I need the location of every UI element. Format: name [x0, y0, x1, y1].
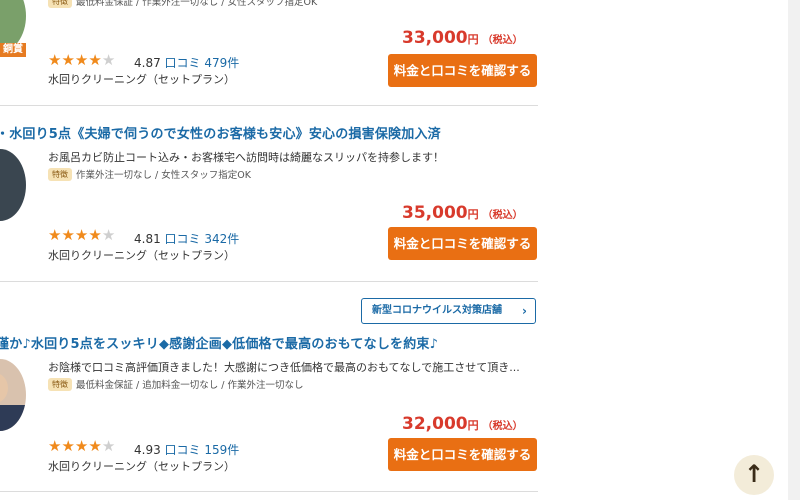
- listing-description: お風呂カビ防止コート込み・お客様宅へ訪問時は綺麗なスリッパを持参します！: [48, 151, 444, 164]
- price-unit: 円: [467, 419, 479, 432]
- star-filled-icon: ★: [74, 51, 89, 69]
- feature-text: 作業外注一切なし / 女性スタッフ指定OK: [76, 170, 251, 181]
- avatar-suit: [0, 405, 26, 431]
- reviews-link[interactable]: 口コミ 342件: [165, 232, 240, 246]
- star-filled-icon: ★: [48, 51, 62, 69]
- rating-row: 4.87 口コミ 479件: [134, 54, 239, 71]
- star-filled-icon: ★: [88, 437, 102, 455]
- tax-label: （税込）: [482, 35, 523, 46]
- check-price-reviews-button[interactable]: 料金と口コミを確認する: [388, 227, 537, 260]
- listing-card[interactable]: ・水回り5点《夫婦で伺うので女性のお客様も安心》安心の損害保険加入済 お風呂カビ…: [0, 105, 538, 282]
- rating-value: 4.87: [134, 56, 161, 70]
- star-empty-icon: ★: [101, 437, 116, 455]
- listing-card[interactable]: 銅賞 ★★★★★ 4.87 口コミ 479件 水回りクリーニング（セットプラン）…: [0, 0, 538, 106]
- star-filled-icon: ★: [61, 226, 75, 244]
- shop-avatar[interactable]: [0, 359, 26, 431]
- covid-measures-badge[interactable]: 新型コロナウイルス対策店舗 ›: [361, 298, 536, 324]
- tax-label: （税込）: [482, 210, 523, 221]
- price-value: 32,000: [402, 414, 468, 434]
- back-to-top-button[interactable]: ↑: [734, 455, 774, 495]
- star-filled-icon: ★: [61, 51, 75, 69]
- tax-label: （税込）: [482, 421, 523, 432]
- page-scrollbar[interactable]: [788, 0, 800, 500]
- star-empty-icon: ★: [101, 226, 116, 244]
- listing-card[interactable]: 新型コロナウイルス対策店舗 › 僅か♪水回り5点をスッキリ◆感謝企画◆低価格で最…: [0, 281, 538, 492]
- listing-title-link[interactable]: 僅か♪水回り5点をスッキリ◆感謝企画◆低価格で最高のおもてなしを約束♪: [0, 333, 438, 352]
- rating-row: 4.93 口コミ 159件: [134, 441, 239, 458]
- star-filled-icon: ★: [74, 226, 89, 244]
- listing-title-link[interactable]: ・水回り5点《夫婦で伺うので女性のお客様も安心》安心の損害保険加入済: [0, 123, 441, 142]
- price: 32,000円 （税込）: [402, 414, 523, 434]
- rating-value: 4.93: [134, 443, 161, 457]
- star-filled-icon: ★: [88, 226, 102, 244]
- rating-row: 4.81 口コミ 342件: [134, 230, 239, 247]
- price-value: 35,000: [402, 203, 468, 223]
- listing-features: 特徴 最低料金保証 / 追加料金一切なし / 作業外注一切なし: [48, 377, 303, 391]
- reviews-link[interactable]: 口コミ 479件: [165, 56, 240, 70]
- price-unit: 円: [467, 33, 479, 46]
- arrow-up-icon: ↑: [743, 460, 765, 488]
- reviews-link[interactable]: 口コミ 159件: [165, 443, 240, 457]
- star-filled-icon: ★: [88, 51, 102, 69]
- price: 35,000円 （税込）: [402, 203, 523, 223]
- check-price-reviews-button[interactable]: 料金と口コミを確認する: [388, 54, 537, 87]
- shop-avatar[interactable]: [0, 149, 26, 221]
- listing-features: 特徴 作業外注一切なし / 女性スタッフ指定OK: [48, 167, 251, 181]
- rating-value: 4.81: [134, 232, 161, 246]
- feature-tag: 特徴: [48, 378, 72, 391]
- star-empty-icon: ★: [101, 51, 116, 69]
- covid-measures-label: 新型コロナウイルス対策店舗: [372, 305, 502, 316]
- price-unit: 円: [467, 208, 479, 221]
- star-rating: ★★★★★: [48, 437, 115, 455]
- star-filled-icon: ★: [48, 226, 62, 244]
- service-name: 水回りクリーニング（セットプラン）: [48, 249, 235, 262]
- service-name: 水回りクリーニング（セットプラン）: [48, 73, 235, 86]
- price: 33,000円 （税込）: [402, 28, 523, 48]
- star-filled-icon: ★: [61, 437, 75, 455]
- listing-description: お陰様で口コミ高評価頂きました！大感謝につき低価格で最高のおもてなしで施工させて…: [48, 361, 520, 374]
- avatar-face: [0, 373, 8, 403]
- check-price-reviews-button[interactable]: 料金と口コミを確認する: [388, 438, 537, 471]
- feature-tag: 特徴: [48, 168, 72, 181]
- feature-text: 最低料金保証 / 追加料金一切なし / 作業外注一切なし: [76, 380, 304, 391]
- service-name: 水回りクリーニング（セットプラン）: [48, 460, 235, 473]
- award-badge: 銅賞: [0, 43, 26, 57]
- price-value: 33,000: [402, 28, 468, 48]
- star-rating: ★★★★★: [48, 226, 115, 244]
- star-filled-icon: ★: [48, 437, 62, 455]
- chevron-right-icon: ›: [522, 304, 527, 318]
- star-rating: ★★★★★: [48, 51, 115, 69]
- star-filled-icon: ★: [74, 437, 89, 455]
